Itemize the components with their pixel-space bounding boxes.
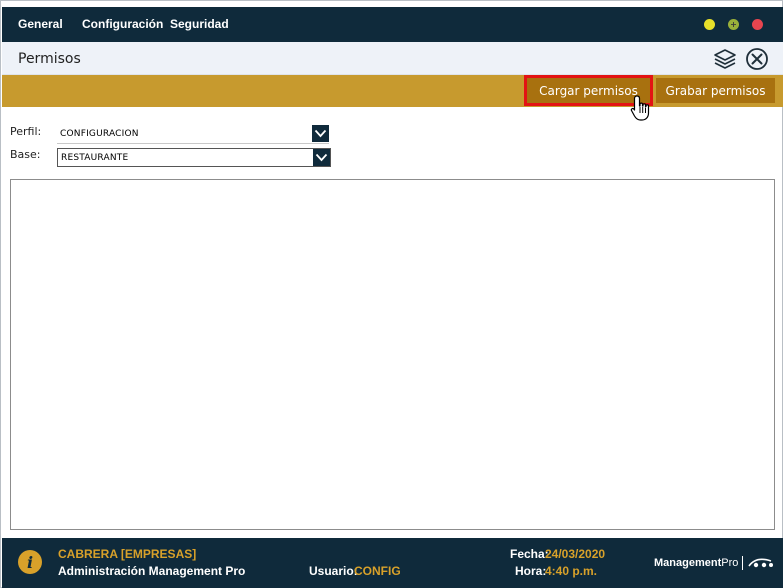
base-value: RESTAURANTE bbox=[61, 153, 129, 163]
permissions-panel[interactable] bbox=[10, 179, 775, 530]
perfil-label: Perfil: bbox=[10, 125, 42, 138]
base-select[interactable]: RESTAURANTE bbox=[57, 148, 331, 167]
page-title: Permisos bbox=[18, 51, 81, 67]
close-window-button[interactable] bbox=[752, 19, 763, 30]
time-label: Hora: bbox=[515, 564, 547, 578]
base-label: Base: bbox=[10, 148, 41, 161]
brand-name: Management bbox=[654, 557, 722, 569]
company-name: CABRERA [EMPRESAS] bbox=[58, 547, 197, 561]
action-toolbar: Cargar permisos Grabar permisos bbox=[2, 75, 783, 107]
brand-logo: Management Pro bbox=[654, 556, 775, 570]
status-bar: i CABRERA [EMPRESAS] Administración Mana… bbox=[2, 538, 783, 588]
time-value: 4:40 p.m. bbox=[545, 564, 598, 578]
layers-icon[interactable] bbox=[712, 47, 738, 71]
brand-mark-icon bbox=[748, 558, 774, 568]
brand-suffix: Pro bbox=[721, 557, 739, 569]
window-title-bar: Permisos bbox=[2, 42, 783, 75]
close-circle-icon[interactable] bbox=[744, 47, 770, 71]
chevron-down-icon[interactable] bbox=[312, 125, 329, 142]
info-icon: i bbox=[18, 550, 42, 574]
user-value: CONFIG bbox=[354, 564, 401, 578]
date-value: 24/03/2020 bbox=[545, 547, 606, 561]
menu-seguridad[interactable]: Seguridad bbox=[170, 17, 229, 31]
maximize-button[interactable]: + bbox=[728, 19, 739, 30]
app-name: Administración Management Pro bbox=[58, 564, 246, 578]
menu-general[interactable]: General bbox=[18, 17, 63, 31]
app-window: General Configuración Seguridad + Permis… bbox=[0, 0, 783, 588]
hand-cursor-icon bbox=[630, 95, 650, 121]
chevron-down-icon[interactable] bbox=[313, 149, 330, 166]
menu-bar: General Configuración Seguridad + bbox=[2, 7, 783, 42]
date-label: Fecha: bbox=[510, 547, 549, 561]
perfil-value: CONFIGURACION bbox=[60, 129, 139, 139]
menu-configuracion[interactable]: Configuración bbox=[82, 17, 163, 31]
save-permissions-button[interactable]: Grabar permisos bbox=[656, 78, 775, 103]
user-label: Usuario: bbox=[309, 564, 358, 578]
perfil-select[interactable]: CONFIGURACION bbox=[57, 125, 329, 144]
minimize-button[interactable] bbox=[704, 19, 715, 30]
